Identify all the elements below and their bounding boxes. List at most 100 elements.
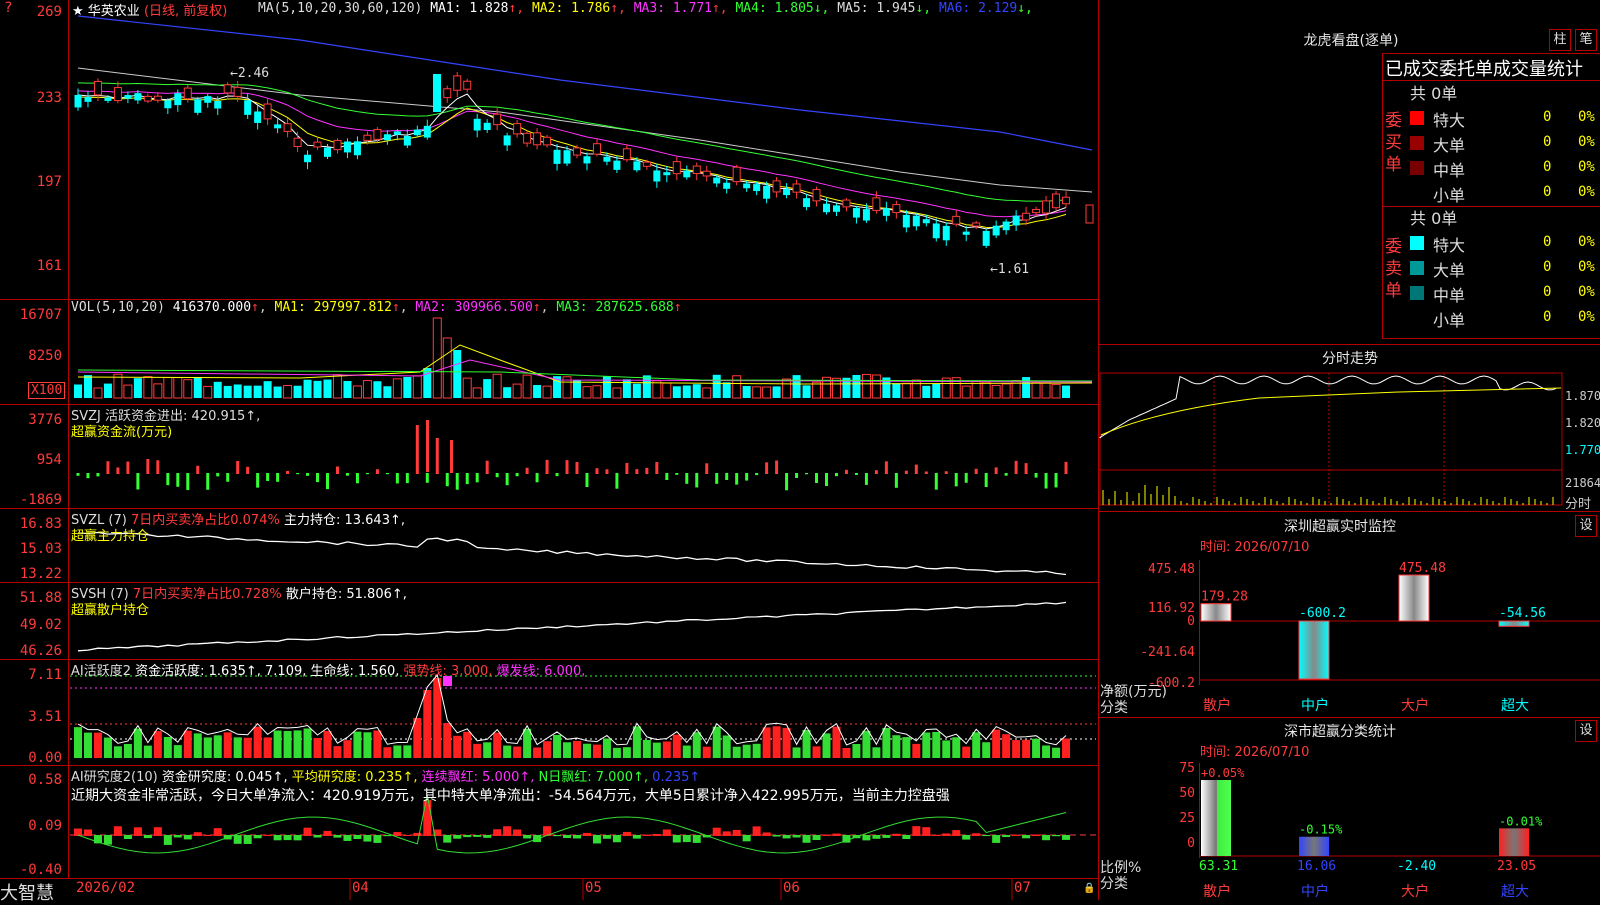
vol-params[interactable]: VOL(5,10,20) — [71, 300, 165, 315]
sell-row-count: 0 — [1543, 309, 1552, 325]
ma-params[interactable]: MA(5,10,20,30,60,120) — [258, 1, 422, 16]
sz-class-bar-pct: +0.05% — [1201, 766, 1245, 780]
fund-flow-bar — [435, 438, 439, 474]
activity-bar — [133, 728, 142, 758]
vol-bar — [332, 374, 342, 399]
research-bar — [203, 834, 212, 836]
ma-legend-item[interactable]: MA2: 1.786 — [524, 1, 610, 16]
pen-mode-button[interactable]: 笔 — [1575, 29, 1597, 51]
activity-bar — [403, 745, 412, 758]
svsh-hold: 散户持仓: 51.806↑, — [285, 587, 407, 602]
sz-monitor-time: 时间: 2026/07/10 — [1200, 540, 1310, 555]
sz-class-chart[interactable]: 75 50 25 0 +0.05% 63.31 散户 -0.15% 16.06 中户 -2.40 大户… — [1099, 758, 1600, 900]
research-bar — [602, 835, 611, 839]
candle-down — [832, 205, 840, 212]
ai-activity-name[interactable]: AI活跃度2 — [71, 664, 131, 679]
lock-icon[interactable]: 🔒 — [1083, 883, 1095, 894]
sell-color-swatch — [1410, 286, 1424, 300]
fund-flow-bar — [565, 460, 569, 474]
stock-name[interactable]: 华英农业 — [88, 4, 140, 19]
sz-monitor-settings-button[interactable]: 设 — [1575, 515, 1597, 537]
fund-flow-bar — [405, 473, 409, 484]
sz-monitor-title: 深圳超赢实时监控 — [1284, 519, 1396, 535]
sz-class-settings-button[interactable]: 设 — [1575, 720, 1597, 742]
vol-bar — [892, 383, 901, 398]
vol-bar — [762, 386, 772, 399]
research-bar — [932, 834, 941, 836]
x-tick: 05 — [585, 880, 602, 896]
research-bar — [1012, 834, 1021, 836]
fund-flow-bar — [375, 469, 379, 474]
research-bar — [483, 835, 492, 838]
candle-down — [433, 74, 441, 112]
activity-bar — [792, 747, 801, 758]
res-y-tick: 0.09 — [28, 818, 62, 834]
research-bar — [832, 833, 841, 836]
vol-bar — [373, 381, 382, 398]
bar-mode-button[interactable]: 柱 — [1549, 29, 1571, 51]
fund-flow-bar — [685, 473, 689, 484]
ma-legend-item[interactable]: MA4: 1.805 — [728, 1, 813, 16]
vol-bar — [273, 386, 282, 398]
sz-monitor-bar — [1298, 620, 1330, 680]
vol-bar — [163, 376, 173, 399]
fund-flow-bar — [445, 473, 449, 487]
research-bar — [672, 835, 681, 843]
fund-flow-bar — [395, 473, 399, 484]
fund-flow-bar — [1014, 460, 1018, 474]
candle-up — [523, 132, 532, 144]
fund-flow-bar — [355, 473, 359, 484]
fund-flow-bar — [675, 473, 679, 475]
ma-legend-item[interactable]: MA3: 1.771 — [626, 1, 712, 16]
activity-bar — [932, 731, 941, 758]
activity-bar — [83, 732, 92, 758]
price-title-bar: ★ 华英农业 (日线, 前复权) — [72, 0, 227, 19]
vol-bar — [113, 373, 123, 399]
candle-up — [493, 113, 502, 126]
sz-class-category: 中户 — [1301, 883, 1329, 900]
activity-bar — [533, 747, 542, 758]
vol-bar — [203, 385, 213, 399]
sell-row-count: 0 — [1543, 259, 1552, 275]
research-bar — [692, 835, 701, 843]
activity-bar — [882, 727, 891, 758]
ai-research-name[interactable]: AI研究度2(10) — [71, 770, 158, 785]
ma-legend-item[interactable]: MA5: 1.945 — [829, 1, 915, 16]
chart-area[interactable] — [0, 0, 1100, 900]
research-bar — [712, 827, 721, 836]
svsh-ratio: 7日内买卖净占比0.728% — [132, 587, 282, 602]
fund-flow-bar — [964, 473, 968, 483]
vol-ma1-line — [77, 344, 1093, 385]
fund-flow-bar — [755, 473, 759, 476]
research-bar — [393, 832, 402, 836]
sz-class-bar — [1299, 836, 1329, 856]
activity-bar — [812, 746, 821, 758]
fund-flow-bar — [256, 473, 260, 488]
candle-down — [723, 182, 731, 189]
research-bar — [423, 800, 432, 836]
chart-mode[interactable]: (日线, 前复权) — [144, 4, 227, 19]
main-holding-chart — [77, 531, 1067, 576]
activity-bar — [243, 737, 252, 758]
candle-down — [852, 207, 860, 218]
ma-legend-item[interactable]: MA1: 1.828 — [430, 1, 508, 16]
activity-bar — [652, 742, 661, 758]
vol-bar — [1022, 377, 1031, 398]
fund-flow-bar — [825, 473, 828, 487]
candle-up — [952, 215, 961, 225]
fund-flow-bar — [705, 463, 709, 474]
retail-holding-chart — [77, 601, 1067, 652]
brand-logo[interactable]: 大智慧 — [0, 879, 54, 905]
research-bar — [902, 835, 911, 840]
candle-down — [563, 150, 571, 164]
activity-bar — [423, 690, 432, 758]
ma-legend-item[interactable]: MA6: 2.129 — [931, 1, 1017, 16]
candle-down — [743, 183, 751, 189]
svzj-y-tick: 954 — [36, 452, 62, 468]
activity-bar — [862, 730, 871, 758]
candle-up — [872, 197, 881, 211]
activity-bar — [223, 732, 232, 758]
candle-down — [653, 170, 661, 182]
intraday-chart[interactable] — [1099, 370, 1600, 510]
sz-monitor-chart[interactable]: 475.48116.920-241.64-600.2179.28散户-600.2… — [1099, 555, 1600, 715]
